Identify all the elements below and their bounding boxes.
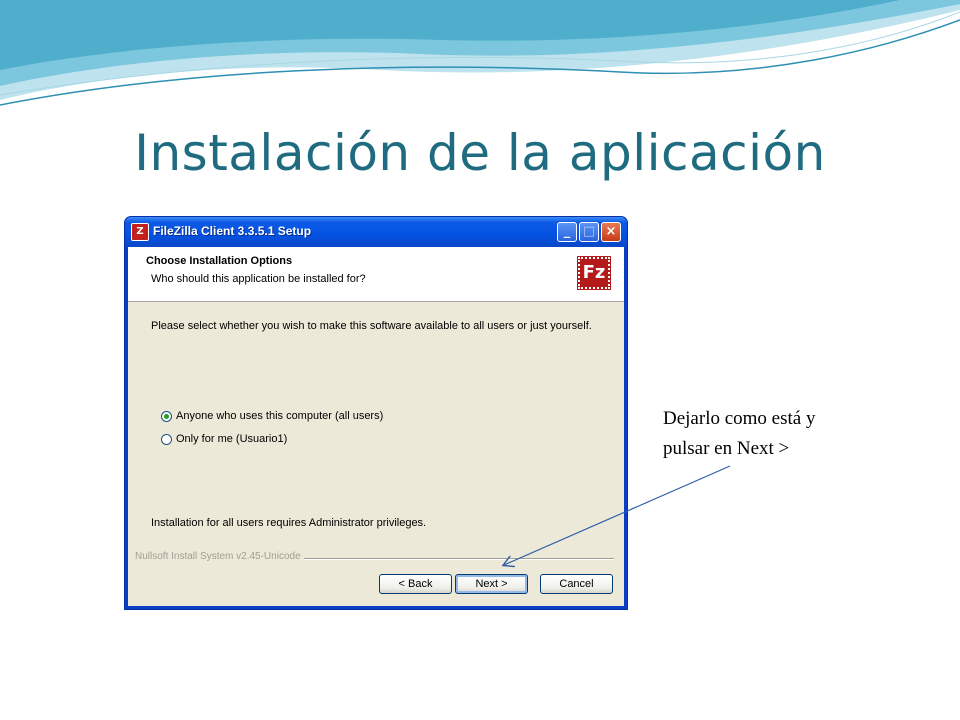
dialog-header: Choose Installation Options Who should t… xyxy=(128,247,624,302)
option-only-me[interactable]: Only for me (Usuario1) xyxy=(161,432,287,446)
minimize-icon[interactable]: _ xyxy=(557,222,577,242)
filezilla-logo-icon: Fz xyxy=(577,256,611,290)
slide-title: Instalación de la aplicación xyxy=(134,124,826,182)
window-title: FileZilla Client 3.3.5.1 Setup xyxy=(153,224,312,238)
installer-branding: Nullsoft Install System v2.45-Unicode xyxy=(135,551,304,562)
cancel-button[interactable]: Cancel xyxy=(540,574,613,594)
window-titlebar[interactable]: Z FileZilla Client 3.3.5.1 Setup _ □ × xyxy=(125,217,627,247)
option-all-users[interactable]: Anyone who uses this computer (all users… xyxy=(161,409,383,423)
radio-selected-icon[interactable] xyxy=(161,410,172,422)
option-only-me-label[interactable]: Only for me (Usuario1) xyxy=(176,433,287,445)
setup-window: Z FileZilla Client 3.3.5.1 Setup _ □ × C… xyxy=(124,216,628,610)
maximize-icon: □ xyxy=(579,222,599,242)
header-title: Choose Installation Options xyxy=(146,255,293,267)
instruction-note: Dejarlo como está y pulsar en Next > xyxy=(663,404,893,464)
admin-note: Installation for all users requires Admi… xyxy=(151,517,427,529)
filezilla-icon: Z xyxy=(131,223,149,241)
header-subtitle: Who should this application be installed… xyxy=(151,273,366,285)
instruction-line-1: Dejarlo como está y xyxy=(663,408,816,429)
option-all-users-label[interactable]: Anyone who uses this computer (all users… xyxy=(176,410,383,422)
instruction-line-2: pulsar en Next > xyxy=(663,438,790,459)
dialog-client: Choose Installation Options Who should t… xyxy=(128,247,624,606)
header-swoosh xyxy=(0,0,960,106)
intro-text: Please select whether you wish to make t… xyxy=(151,320,592,332)
back-button[interactable]: < Back xyxy=(379,574,452,594)
next-button[interactable]: Next > xyxy=(455,574,528,594)
close-icon[interactable]: × xyxy=(601,222,621,242)
radio-unselected-icon[interactable] xyxy=(161,433,172,445)
